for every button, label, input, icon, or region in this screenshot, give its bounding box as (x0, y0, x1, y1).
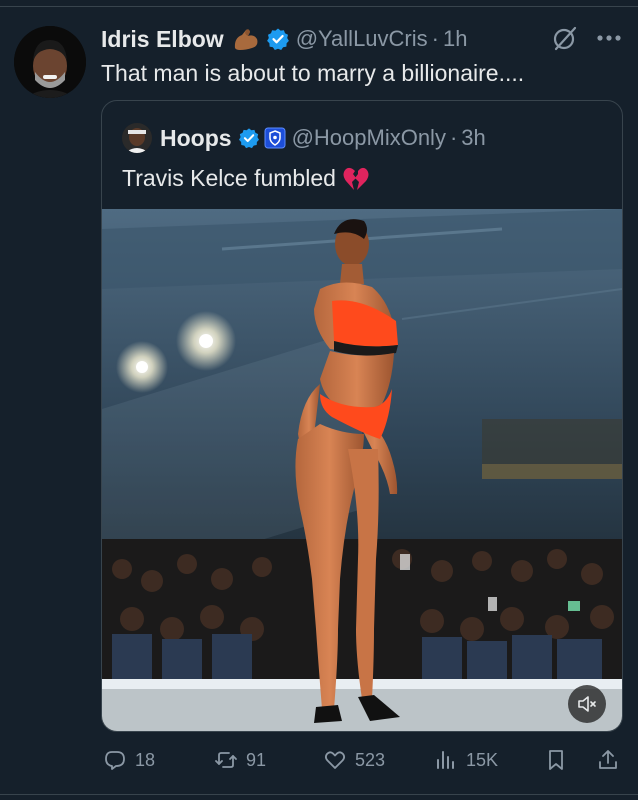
reply-button[interactable]: 18 (103, 742, 155, 778)
display-name[interactable]: Idris Elbow (101, 26, 224, 53)
share-icon (599, 750, 617, 769)
avatar[interactable] (14, 26, 86, 98)
like-count: 523 (355, 749, 386, 770)
more-icon[interactable] (596, 34, 622, 42)
tweet-header: Idris Elbow @YallLuvCris · 1h (101, 22, 467, 56)
verified-badge-icon (238, 128, 259, 149)
quote-avatar[interactable] (122, 123, 152, 153)
affiliate-badge-icon (264, 127, 286, 149)
quoted-tweet[interactable]: Hoops @HoopMixOnly · 3h Travis Kelce fum… (101, 100, 623, 732)
repost-count: 91 (246, 749, 267, 770)
repost-button[interactable]: 91 (214, 742, 266, 778)
views-icon (437, 751, 454, 769)
tweet[interactable]: Idris Elbow @YallLuvCris · 1h That man i… (0, 0, 638, 800)
grok-icon[interactable] (552, 25, 578, 51)
views-button[interactable]: 15K (434, 742, 498, 778)
quote-text: Travis Kelce fumbled (122, 165, 336, 191)
bookmark-button[interactable] (544, 742, 568, 778)
flexed-biceps-emoji (234, 29, 258, 50)
reply-icon (105, 751, 125, 770)
separator-dot: · (449, 125, 458, 150)
like-button[interactable]: 523 (323, 742, 385, 778)
tweet-text: That man is about to marry a billionaire… (101, 60, 525, 86)
handle[interactable]: @YallLuvCris (296, 26, 428, 52)
mute-icon (578, 696, 596, 712)
quote-handle[interactable]: @HoopMixOnly (292, 125, 446, 151)
video-frame (102, 209, 622, 731)
quote-text-line: Travis Kelce fumbled (122, 165, 370, 192)
broken-heart-emoji (343, 167, 369, 190)
quote-header: Hoops @HoopMixOnly · 3h (122, 123, 486, 153)
timestamp[interactable]: 1h (443, 26, 467, 52)
bottom-divider (0, 794, 638, 795)
share-button[interactable] (596, 742, 620, 778)
separator-dot: · (431, 26, 439, 51)
mute-button[interactable] (568, 685, 606, 723)
repost-icon (215, 752, 237, 768)
quote-display-name[interactable]: Hoops (160, 125, 232, 152)
verified-badge-icon (266, 28, 289, 50)
reply-count: 18 (135, 749, 156, 770)
bookmark-icon (549, 750, 563, 770)
quote-timestamp[interactable]: 3h (461, 125, 485, 151)
video-media[interactable] (102, 209, 622, 731)
like-icon (324, 751, 346, 769)
action-bar: 18 91 523 15K (0, 742, 638, 778)
view-count: 15K (466, 749, 499, 770)
